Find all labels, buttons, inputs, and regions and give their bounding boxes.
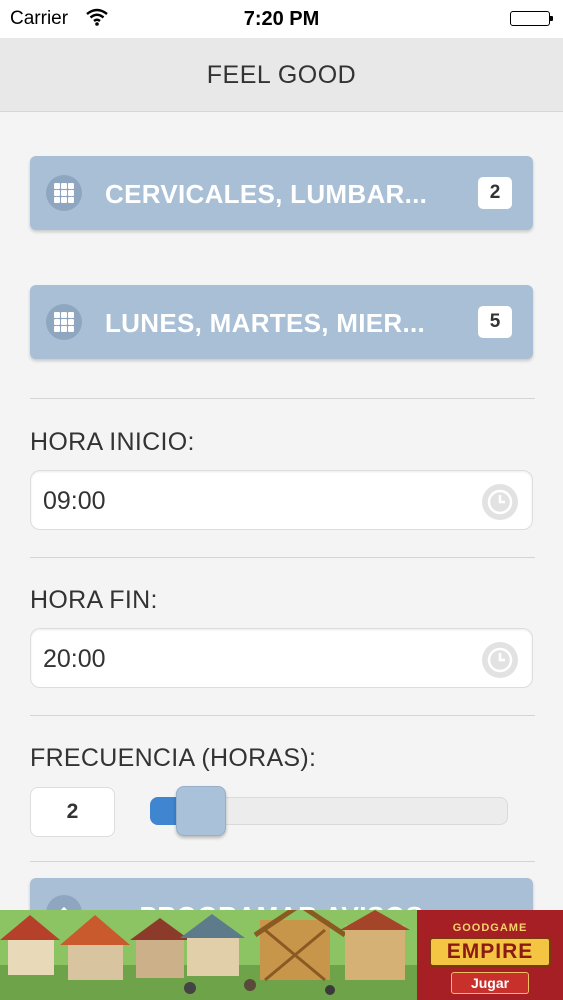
ad-cta-button[interactable]: Jugar [451, 972, 529, 994]
ad-banner[interactable]: GOODGAME EMPIRE Jugar [0, 910, 563, 1000]
frequency-label: FRECUENCIA (HORAS): [30, 744, 317, 772]
ad-brand-top: GOODGAME [452, 922, 528, 934]
days-select-button[interactable]: LUNES, MARTES, MIER... 5 [30, 285, 533, 359]
start-time-input[interactable]: 09:00 [30, 470, 533, 530]
clock-icon[interactable] [481, 641, 519, 684]
divider [30, 715, 535, 716]
grid-icon [46, 304, 82, 340]
zones-select-label: CERVICALES, LUMBAR... [105, 179, 428, 209]
divider [30, 861, 535, 862]
page-title: FEEL GOOD [206, 61, 357, 89]
divider [30, 557, 535, 558]
end-time-input[interactable]: 20:00 [30, 628, 533, 688]
frequency-slider-thumb[interactable] [176, 786, 226, 836]
divider [30, 398, 535, 399]
clock-icon[interactable] [481, 483, 519, 526]
frequency-value-input[interactable]: 2 [30, 787, 115, 837]
start-time-label: HORA INICIO: [30, 428, 195, 456]
ad-village-illustration [0, 910, 417, 1000]
days-count-badge: 5 [478, 306, 512, 338]
status-time: 7:20 PM [243, 8, 320, 30]
days-select-label: LUNES, MARTES, MIER... [105, 308, 426, 338]
end-time-label: HORA FIN: [30, 586, 158, 614]
ad-brand-name: EMPIRE [429, 937, 551, 967]
start-time-value: 09:00 [43, 487, 106, 515]
zones-count-badge: 2 [478, 177, 512, 209]
end-time-value: 20:00 [43, 645, 106, 673]
zones-select-button[interactable]: CERVICALES, LUMBAR... 2 [30, 156, 533, 230]
grid-icon [46, 175, 82, 211]
status-bar: Carrier 7:20 PM [0, 0, 563, 38]
nav-bar: FEEL GOOD [0, 38, 563, 112]
battery-icon [510, 11, 553, 26]
ad-brand-panel: GOODGAME EMPIRE Jugar [417, 910, 563, 1000]
